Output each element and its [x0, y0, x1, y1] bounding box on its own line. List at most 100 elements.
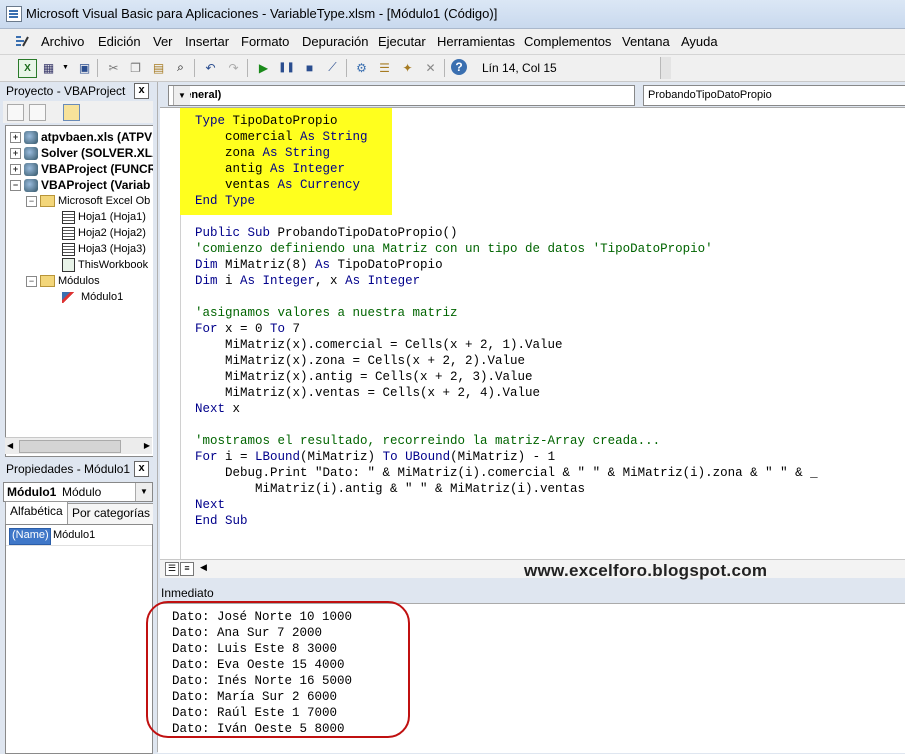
expand-icon[interactable]: +	[10, 147, 21, 159]
code-line[interactable]: MiMatriz(x).zona = Cells(x + 2, 2).Value	[195, 353, 818, 369]
collapse-icon[interactable]: −	[26, 195, 37, 207]
cut-icon[interactable]: ✂	[105, 59, 122, 76]
menu-ventana[interactable]: Ventana	[622, 34, 670, 49]
property-value-cell[interactable]: Módulo1	[53, 529, 95, 541]
full-module-view-icon[interactable]: ≡	[180, 562, 194, 576]
excel-view-icon[interactable]: X	[18, 59, 37, 78]
toolbox-icon[interactable]: ✕	[422, 59, 439, 76]
menu-edicion[interactable]: Edición	[98, 34, 141, 49]
collapse-icon[interactable]: −	[10, 179, 21, 191]
menu-herramientas[interactable]: Herramientas	[437, 34, 515, 49]
project-close-button[interactable]: x	[134, 83, 149, 99]
scroll-right-icon[interactable]: ▶	[144, 441, 150, 450]
stop-icon[interactable]: ■	[301, 59, 318, 76]
code-line[interactable]: Type TipoDatoPropio	[195, 113, 818, 129]
tree-item-excel-objects[interactable]: − Microsoft Excel Ob	[26, 193, 150, 209]
code-line[interactable]: End Sub	[195, 513, 818, 529]
code-line[interactable]: Public Sub ProbandoTipoDatoPropio()	[195, 225, 818, 241]
vba-menu-icon[interactable]	[14, 34, 30, 50]
view-object-icon[interactable]	[29, 104, 46, 121]
code-line[interactable]: antig As Integer	[195, 161, 818, 177]
design-mode-icon[interactable]: ⟋	[324, 59, 341, 76]
properties-close-button[interactable]: x	[134, 461, 149, 477]
scroll-left-icon[interactable]: ◀	[7, 441, 13, 450]
copy-icon[interactable]: ❐	[127, 59, 144, 76]
scroll-left-icon[interactable]: ◀	[200, 562, 207, 573]
menu-ejecutar[interactable]: Ejecutar	[378, 34, 426, 49]
menu-insertar[interactable]: Insertar	[185, 34, 229, 49]
code-line[interactable]: zona As String	[195, 145, 818, 161]
chevron-down-icon[interactable]: ▼	[135, 483, 152, 501]
code-line[interactable]: 'comienzo definiendo una Matriz con un t…	[195, 241, 818, 257]
tree-item-thisworkbook[interactable]: ThisWorkbook	[62, 257, 148, 273]
object-combo[interactable]: (General) ▼	[168, 85, 635, 106]
project-horizontal-scrollbar[interactable]: ◀ ▶	[5, 437, 152, 454]
insert-module-icon[interactable]: ▦	[40, 59, 57, 76]
tree-item-hoja1[interactable]: Hoja1 (Hoja1)	[62, 209, 146, 225]
menu-complementos[interactable]: Complementos	[524, 34, 611, 49]
pause-icon[interactable]: ❚❚	[278, 59, 295, 76]
code-line[interactable]: Dim i As Integer, x As Integer	[195, 273, 818, 289]
expand-icon[interactable]: +	[10, 163, 21, 175]
property-name-cell[interactable]: (Name)	[9, 528, 51, 545]
menu-ver[interactable]: Ver	[153, 34, 173, 49]
project-explorer-icon[interactable]: ⚙	[353, 59, 370, 76]
tree-item-modulo1[interactable]: Módulo1	[62, 289, 123, 305]
procedure-view-icon[interactable]: ☰	[165, 562, 179, 576]
chevron-down-icon[interactable]: ▼	[173, 86, 190, 105]
toolbar-options-icon[interactable]	[660, 57, 671, 79]
window-title: Microsoft Visual Basic para Aplicaciones…	[26, 6, 498, 21]
code-line[interactable]: For x = 0 To 7	[195, 321, 818, 337]
insert-dropdown-icon[interactable]: ▼	[57, 59, 74, 76]
code-line[interactable]	[195, 209, 818, 225]
project-tree: + atpvbaen.xls (ATPV + Solver (SOLVER.XLA …	[5, 125, 154, 457]
menu-ayuda[interactable]: Ayuda	[681, 34, 718, 49]
tree-item-hoja2[interactable]: Hoja2 (Hoja2)	[62, 225, 146, 241]
code-line[interactable]: 'asignamos valores a nuestra matriz	[195, 305, 818, 321]
object-browser-icon[interactable]: ✦	[399, 59, 416, 76]
code-line[interactable]: Debug.Print "Dato: " & MiMatriz(i).comer…	[195, 465, 818, 481]
code-line[interactable]: MiMatriz(i).antig & " " & MiMatriz(i).ve…	[195, 481, 818, 497]
tree-item-variabletype[interactable]: − VBAProject (Variab	[10, 177, 150, 193]
undo-icon[interactable]: ↶	[202, 59, 219, 76]
code-line[interactable]: MiMatriz(x).antig = Cells(x + 2, 3).Valu…	[195, 369, 818, 385]
find-icon[interactable]: ⌕	[172, 59, 189, 76]
code-editor[interactable]: Type TipoDatoPropio comercial As String …	[160, 107, 905, 561]
menu-formato[interactable]: Formato	[241, 34, 289, 49]
expand-icon[interactable]: +	[10, 131, 21, 143]
run-icon[interactable]: ▶	[255, 59, 272, 76]
code-line[interactable]: Next	[195, 497, 818, 513]
code-line[interactable]	[195, 417, 818, 433]
properties-panel-title: Propiedades - Módulo1 x	[3, 460, 151, 478]
margin-indicator-bar[interactable]	[160, 108, 181, 561]
properties-object-select[interactable]: Módulo1 Módulo ▼	[3, 482, 153, 502]
paste-icon[interactable]: ▤	[150, 59, 167, 76]
help-icon[interactable]: ?	[451, 59, 467, 75]
tree-item-solver[interactable]: + Solver (SOLVER.XLA	[10, 145, 153, 161]
save-icon[interactable]: ▣	[76, 59, 93, 76]
properties-window-icon[interactable]: ☰	[376, 59, 393, 76]
menu-depuracion[interactable]: Depuración	[302, 34, 369, 49]
tree-item-atpvbaen[interactable]: + atpvbaen.xls (ATPV	[10, 129, 152, 145]
code-line[interactable]	[195, 289, 818, 305]
code-line[interactable]: comercial As String	[195, 129, 818, 145]
code-line[interactable]: Next x	[195, 401, 818, 417]
code-line[interactable]: 'mostramos el resultado, recorreindo la …	[195, 433, 818, 449]
code-line[interactable]: Dim MiMatriz(8) As TipoDatoPropio	[195, 257, 818, 273]
code-line[interactable]: End Type	[195, 193, 818, 209]
scroll-thumb[interactable]	[19, 440, 121, 453]
menu-archivo[interactable]: Archivo	[41, 34, 84, 49]
tree-item-modulos[interactable]: − Módulos	[26, 273, 100, 289]
code-line[interactable]: MiMatriz(x).ventas = Cells(x + 2, 4).Val…	[195, 385, 818, 401]
redo-icon[interactable]: ↷	[225, 59, 242, 76]
procedure-combo[interactable]: ProbandoTipoDatoPropio	[643, 85, 905, 106]
toggle-folders-icon[interactable]	[63, 104, 80, 121]
collapse-icon[interactable]: −	[26, 275, 37, 287]
tree-item-funcres[interactable]: + VBAProject (FUNCR	[10, 161, 153, 177]
code-line[interactable]: For i = LBound(MiMatriz) To UBound(MiMat…	[195, 449, 818, 465]
code-line[interactable]: ventas As Currency	[195, 177, 818, 193]
tree-item-hoja3[interactable]: Hoja3 (Hoja3)	[62, 241, 146, 257]
code-text[interactable]: Type TipoDatoPropio comercial As String …	[195, 113, 818, 529]
view-code-icon[interactable]	[7, 104, 24, 121]
code-line[interactable]: MiMatriz(x).comercial = Cells(x + 2, 1).…	[195, 337, 818, 353]
